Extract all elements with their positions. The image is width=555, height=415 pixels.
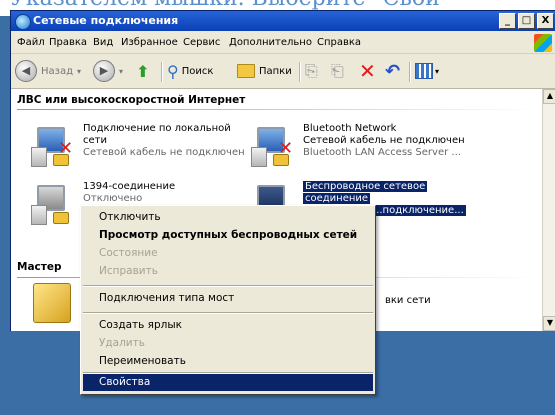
menu-item-rename[interactable]: Переименовать <box>83 353 373 370</box>
copy-to-icon[interactable]: ⎗ <box>331 60 344 82</box>
title-bar[interactable]: Сетевые подключения _ □ X <box>11 11 555 31</box>
group-header-lan: ЛВС или высокоскоростной Интернет <box>17 94 246 106</box>
menu-item-bridge-connections[interactable]: Подключения типа мост <box>83 290 373 307</box>
scroll-up-icon[interactable]: ▲ <box>543 89 555 104</box>
context-menu: Отключить Просмотр доступных беспроводны… <box>80 205 376 395</box>
close-button[interactable]: X <box>537 13 554 29</box>
menu-item-properties[interactable]: Свойства <box>83 374 373 391</box>
menu-file[interactable]: Файл <box>17 37 45 48</box>
menu-item-disable[interactable]: Отключить <box>83 209 373 226</box>
scroll-down-icon[interactable]: ▼ <box>543 316 555 331</box>
back-label: Назад <box>41 65 74 77</box>
connection-status: Сетевой кабель не подключен <box>83 147 245 158</box>
menu-favorites[interactable]: Избранное <box>121 37 178 48</box>
menu-bar: Файл Правка Вид Избранное Сервис Дополни… <box>11 33 555 54</box>
search-label: Поиск <box>181 65 214 77</box>
folders-label: Папки <box>259 65 292 77</box>
folder-icon <box>237 64 255 78</box>
menu-item-view-wireless-networks[interactable]: Просмотр доступных беспроводных сетей <box>83 227 373 244</box>
connection-status: Отключено <box>83 193 143 204</box>
connection-name: 1394-соединение <box>83 181 176 192</box>
wizard-item-label[interactable]: вки сети <box>385 295 431 306</box>
search-icon: ⚲ <box>167 61 179 81</box>
menu-tools[interactable]: Сервис <box>183 37 220 48</box>
forward-button[interactable]: ▶ ▾ <box>93 60 123 82</box>
connection-device: Bluetooth LAN Access Server ... <box>303 147 461 158</box>
search-button[interactable]: ⚲ Поиск <box>167 60 213 82</box>
forward-arrow-icon: ▶ <box>93 60 115 82</box>
connection-name-line2: соединение <box>303 193 371 204</box>
connection-name: Bluetooth Network <box>303 123 397 134</box>
menu-edit[interactable]: Правка <box>49 37 87 48</box>
undo-icon[interactable]: ↶ <box>385 60 400 82</box>
menu-view[interactable]: Вид <box>93 37 113 48</box>
connection-name: Беспроводное сетевое <box>303 181 428 192</box>
disconnected-lan-icon: ✕ <box>31 127 75 167</box>
connection-status: Сетевой кабель не подключен <box>303 135 465 146</box>
disconnected-bluetooth-icon: ✕ <box>251 127 295 167</box>
delete-icon[interactable]: ✕ <box>359 59 376 83</box>
windows-logo-icon <box>534 34 552 52</box>
menu-item-create-shortcut[interactable]: Создать ярлык <box>83 317 373 334</box>
menu-item-status: Состояние <box>99 247 158 259</box>
connection-name-line2: сети <box>83 135 107 146</box>
network-wizard-icon[interactable] <box>33 283 71 323</box>
views-button[interactable]: ▾ <box>415 60 439 82</box>
firewire-connection-icon <box>31 185 75 225</box>
group-header-wizard: Мастер <box>17 261 62 273</box>
vertical-scrollbar[interactable]: ▲ ▼ <box>542 89 555 331</box>
connection-status: ...подключение... <box>371 205 466 216</box>
back-button[interactable]: ◀ Назад ▾ <box>15 60 81 82</box>
minimize-button[interactable]: _ <box>499 13 516 29</box>
move-to-icon[interactable]: ⎘ <box>305 60 318 82</box>
up-folder-icon[interactable]: ⬆ <box>133 60 153 82</box>
window-title: Сетевые подключения <box>33 14 179 27</box>
connection-name: Подключение по локальной <box>83 123 231 134</box>
menu-advanced[interactable]: Дополнительно <box>229 37 312 48</box>
menu-item-repair: Исправить <box>99 265 158 277</box>
menu-help[interactable]: Справка <box>317 37 361 48</box>
connection-item[interactable]: ✕ Подключение по локальной сети Сетевой … <box>31 123 251 167</box>
menu-item-delete: Удалить <box>99 337 145 349</box>
network-connections-icon <box>15 14 31 30</box>
maximize-button[interactable]: □ <box>518 13 535 29</box>
connection-item[interactable]: ✕ Bluetooth Network Сетевой кабель не по… <box>251 123 481 167</box>
folders-button[interactable]: Папки <box>237 60 292 82</box>
toolbar: ◀ Назад ▾ ▶ ▾ ⬆ ⚲ Поиск Папки ⎘ ⎗ ✕ ↶ ▾ <box>11 54 555 89</box>
back-arrow-icon: ◀ <box>15 60 37 82</box>
views-icon <box>415 63 433 79</box>
